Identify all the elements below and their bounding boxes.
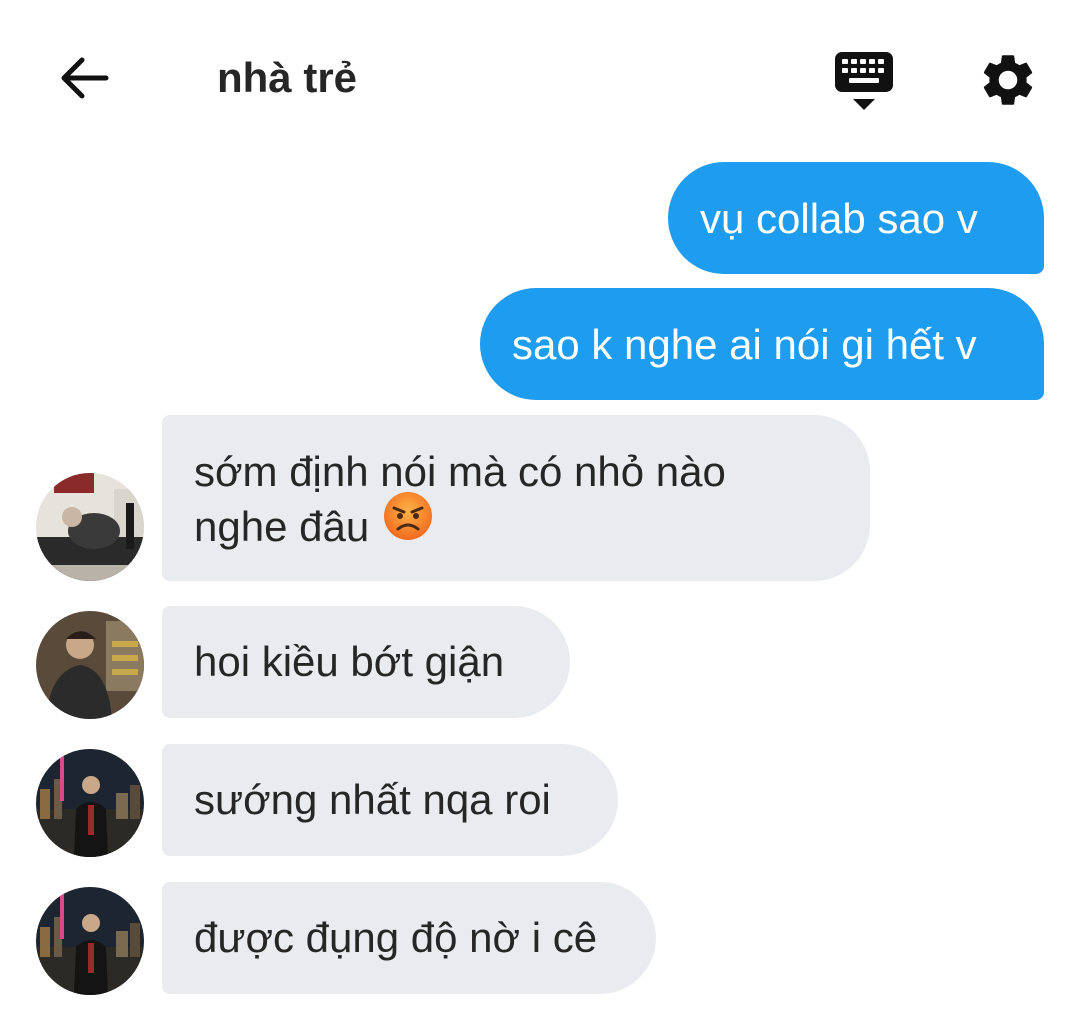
message-text-line: sớm định nói mà có nhỏ nào <box>194 448 726 495</box>
message-bubble-outgoing[interactable]: vụ collab sao v <box>668 162 1044 274</box>
message-text: được đụng độ nờ i cê <box>194 914 598 961</box>
keyboard-hide-icon <box>835 52 893 110</box>
arrow-left-icon <box>61 57 109 99</box>
gear-icon <box>983 55 1033 105</box>
back-button[interactable] <box>52 48 116 108</box>
message-bubble-incoming[interactable]: hoi kiều bớt giận <box>162 606 570 718</box>
message-bubble-outgoing[interactable]: sao k nghe ai nói gi hết v <box>480 288 1044 400</box>
angry-face-emoji <box>383 491 433 554</box>
keyboard-toggle-button[interactable] <box>828 46 900 114</box>
avatar[interactable] <box>36 749 144 857</box>
message-text: vụ collab sao v <box>700 195 978 242</box>
message-bubble-incoming[interactable]: được đụng độ nờ i cê <box>162 882 656 994</box>
avatar[interactable] <box>36 887 144 995</box>
message-bubble-incoming[interactable]: sớm định nói mà có nhỏ nào nghe đâu <box>162 415 870 581</box>
avatar[interactable] <box>36 473 144 581</box>
settings-button[interactable] <box>972 44 1044 116</box>
chat-header: nhà trẻ <box>0 0 1079 150</box>
message-text: sướng nhất nqa roi <box>194 776 551 823</box>
avatar[interactable] <box>36 611 144 719</box>
message-text: sao k nghe ai nói gi hết v <box>512 321 977 368</box>
chat-title: nhà trẻ <box>217 54 358 101</box>
message-text-line: nghe đâu <box>194 502 370 550</box>
message-bubble-incoming[interactable]: sướng nhất nqa roi <box>162 744 618 856</box>
message-text: hoi kiều bớt giận <box>194 638 505 685</box>
